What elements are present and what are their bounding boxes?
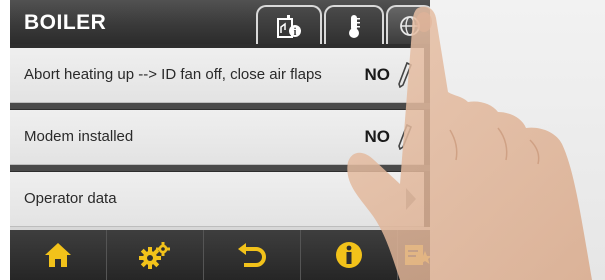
pencil-icon[interactable] (398, 124, 412, 150)
tab-boiler-info[interactable]: i (256, 5, 322, 44)
row-divider (10, 103, 430, 109)
home-button[interactable] (10, 230, 107, 280)
row-label: Operator data (24, 190, 117, 207)
list-item-operator-data[interactable]: Operator data (10, 172, 424, 227)
chevron-right-icon[interactable] (404, 184, 418, 214)
tab-network[interactable] (386, 5, 430, 44)
back-arrow-icon (238, 243, 266, 267)
tab-temperature[interactable] (324, 5, 384, 44)
boiler-info-icon: i (277, 14, 301, 38)
row-value: NO (364, 65, 391, 84)
back-button[interactable] (204, 230, 301, 280)
list-item-modem-installed[interactable]: Modem installed NO (10, 110, 424, 165)
list-item-abort-heating[interactable]: Abort heating up --> ID fan off, close a… (10, 48, 424, 103)
home-icon (45, 243, 71, 267)
bottom-toolbar (10, 230, 430, 280)
row-label: Abort heating up --> ID fan off, close a… (24, 66, 322, 83)
settings-gears-icon (139, 242, 170, 269)
thermometer-icon (349, 14, 360, 38)
page-title: BOILER (24, 11, 107, 34)
title-bar: BOILER i (10, 0, 430, 44)
row-label: Modem installed (24, 128, 134, 145)
info-icon (336, 242, 362, 268)
row-value: NO (364, 127, 391, 146)
note-star-icon (405, 245, 430, 265)
settings-button[interactable] (107, 230, 204, 280)
device-frame-background (430, 0, 605, 280)
notes-button[interactable] (398, 230, 430, 280)
svg-text:i: i (294, 27, 297, 38)
info-button[interactable] (301, 230, 398, 280)
globe-icon (400, 15, 420, 36)
row-divider (10, 165, 430, 171)
settings-list: Abort heating up --> ID fan off, close a… (10, 44, 430, 227)
pencil-icon[interactable] (398, 62, 412, 88)
hmi-screen: BOILER i Abort heating up --> ID fan off… (10, 0, 430, 280)
